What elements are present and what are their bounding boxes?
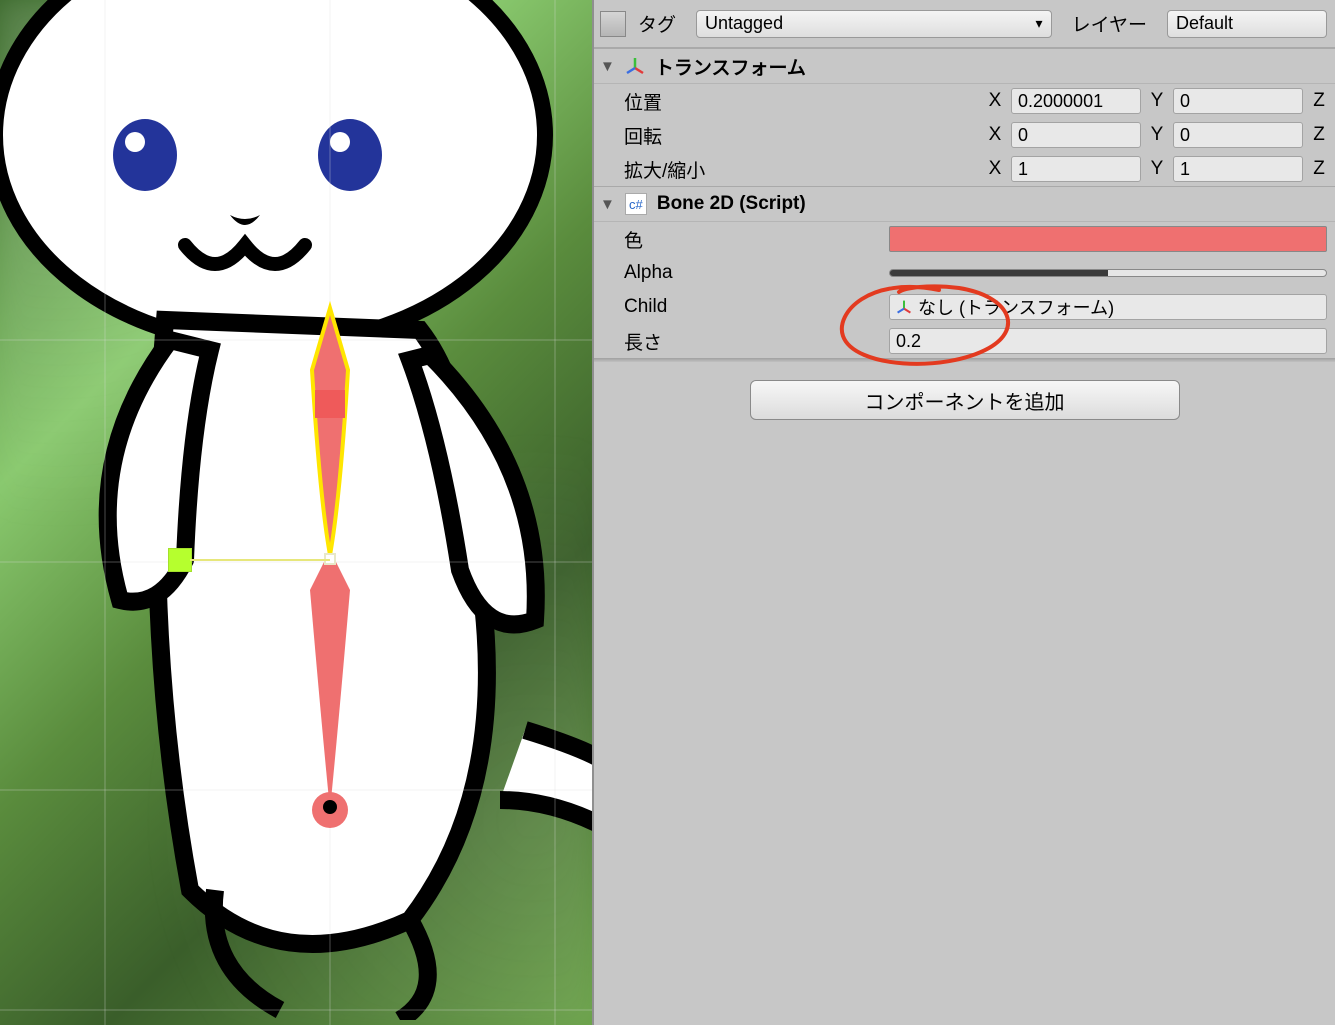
- handle-line: [190, 559, 330, 562]
- tag-label: タグ: [638, 10, 676, 37]
- bone-origin-dot: [323, 800, 337, 814]
- layer-label: レイヤー: [1072, 10, 1147, 37]
- translate-handle[interactable]: [168, 548, 192, 572]
- inspector-panel: タグ Untagged ▾ レイヤー Default ▼ トランスフォーム 位置…: [592, 0, 1335, 1025]
- rotation-x-input[interactable]: [1011, 122, 1141, 148]
- foldout-triangle-icon[interactable]: ▼: [600, 58, 615, 75]
- tag-dropdown[interactable]: Untagged ▾: [696, 10, 1052, 38]
- alpha-slider[interactable]: [889, 269, 1327, 277]
- color-field[interactable]: [889, 226, 1327, 252]
- scene-view[interactable]: [0, 0, 592, 1025]
- character-sprite: [0, 0, 592, 1020]
- layer-value: Default: [1176, 13, 1233, 34]
- transform-icon: [625, 56, 645, 76]
- add-component-button[interactable]: コンポーネントを追加: [750, 380, 1180, 420]
- gameobject-icon: [600, 11, 626, 37]
- layer-dropdown[interactable]: Default: [1167, 10, 1327, 38]
- rotation-label: 回転: [624, 122, 874, 149]
- bone2d-title: Bone 2D (Script): [657, 193, 806, 215]
- position-x-input[interactable]: [1011, 88, 1141, 114]
- axis-y-label: Y: [1149, 90, 1165, 112]
- child-object-field[interactable]: なし (トランスフォーム): [889, 294, 1327, 320]
- scale-x-input[interactable]: [1011, 156, 1141, 182]
- transform-header[interactable]: ▼ トランスフォーム: [594, 48, 1335, 84]
- position-label: 位置: [624, 88, 874, 115]
- csharp-script-icon: c#: [625, 193, 647, 215]
- position-y-input[interactable]: [1173, 88, 1303, 114]
- scale-y-input[interactable]: [1173, 156, 1303, 182]
- axis-z-label: Z: [1311, 90, 1327, 112]
- foldout-triangle-icon[interactable]: ▼: [600, 196, 615, 213]
- transform-title: トランスフォーム: [655, 53, 806, 80]
- axis-x-label: X: [987, 90, 1003, 112]
- tag-value: Untagged: [705, 13, 783, 34]
- length-label: 長さ: [624, 328, 889, 355]
- length-input[interactable]: [889, 328, 1327, 354]
- rotation-y-input[interactable]: [1173, 122, 1303, 148]
- transform-mini-icon: [896, 299, 912, 315]
- alpha-label: Alpha: [624, 262, 889, 284]
- scale-label: 拡大/縮小: [624, 156, 874, 183]
- bone2d-header[interactable]: ▼ c# Bone 2D (Script): [594, 186, 1335, 222]
- dropdown-caret-icon: ▾: [1036, 15, 1043, 32]
- child-value: なし (トランスフォーム): [918, 294, 1114, 320]
- section-separator: [594, 358, 1335, 362]
- color-label: 色: [624, 226, 889, 253]
- child-label: Child: [624, 296, 889, 318]
